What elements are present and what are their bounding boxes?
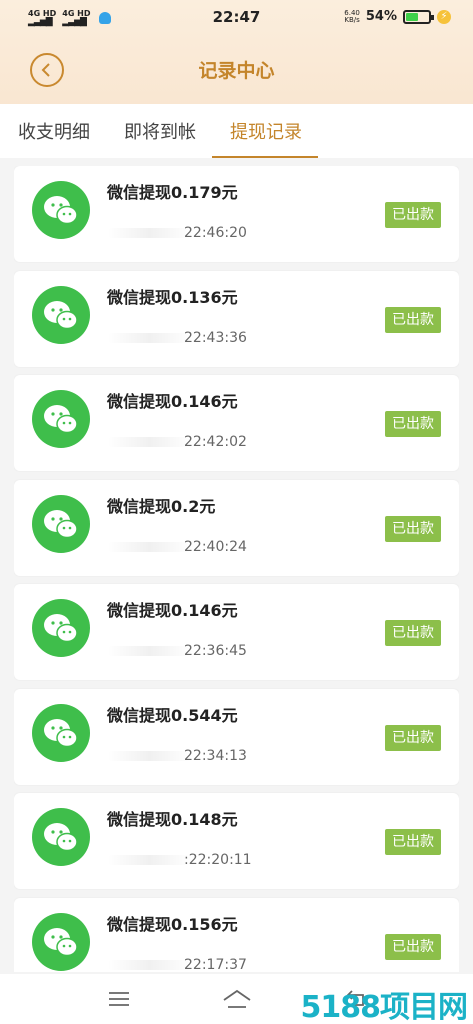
blurred-date — [107, 855, 192, 865]
record-title: 微信提现0.544元 — [107, 705, 238, 725]
wechat-icon — [32, 912, 90, 971]
record-title: 微信提现0.179元 — [107, 183, 238, 202]
record-time: 22:36:45 — [184, 643, 247, 659]
record-card[interactable]: 微信提现0.2元 22:40:24 已出款 — [14, 479, 459, 576]
record-time: 22:40:24 — [184, 538, 247, 555]
blurred-date — [107, 750, 192, 761]
blurred-date — [107, 228, 192, 238]
home-icon — [223, 989, 251, 1008]
record-card[interactable]: 微信提现0.146元 22:36:45 已出款 — [14, 584, 459, 680]
net-speed: 6.40 KB/s — [344, 9, 360, 24]
wechat-icon — [32, 599, 90, 657]
net-speed-unit: KB/s — [344, 15, 360, 24]
record-card[interactable]: 微信提现0.148元 :22:20:11 已出款 — [14, 793, 459, 889]
record-title: 微信提现0.146元 — [107, 392, 238, 411]
record-card[interactable]: 微信提现0.156元 22:17:37 已出款 — [14, 897, 459, 973]
wechat-icon — [32, 808, 90, 866]
record-list: 微信提现0.179元 22:46:20 已出款 微信提现0.136元 22:43… — [14, 166, 459, 972]
status-badge: 已出款 — [385, 411, 441, 437]
status-badge: 已出款 — [385, 933, 441, 960]
tab-pending[interactable]: 即将到帐 — [124, 104, 196, 158]
wechat-icon — [32, 285, 90, 344]
blurred-date — [107, 959, 192, 970]
wechat-icon — [32, 494, 90, 553]
menu-button[interactable] — [104, 986, 134, 1012]
record-time: 22:46:20 — [184, 225, 247, 241]
blurred-date — [107, 332, 192, 343]
home-button[interactable] — [222, 986, 252, 1012]
record-title: 微信提现0.2元 — [107, 496, 216, 516]
wechat-icon — [32, 390, 90, 448]
status-badge: 已出款 — [385, 515, 441, 542]
tab-bar: 收支明细 即将到帐 提现记录 — [0, 104, 473, 158]
wechat-icon — [32, 703, 90, 762]
battery-percent: 54% — [365, 9, 397, 24]
record-card[interactable]: 微信提现0.136元 22:43:36 已出款 — [14, 270, 459, 367]
battery-fill — [406, 12, 418, 21]
record-title: 微信提现0.146元 — [107, 601, 238, 620]
status-badge: 已出款 — [385, 202, 441, 228]
record-time: 22:43:36 — [184, 329, 247, 346]
record-title: 微信提现0.136元 — [107, 287, 238, 307]
battery-icon — [403, 9, 434, 24]
watermark-logo: 5188项目网 — [300, 990, 468, 1024]
status-right: 6.40 KB/s 54% ⚡ — [344, 9, 451, 24]
record-title: 微信提现0.156元 — [107, 914, 238, 934]
tab-income-expense[interactable]: 收支明细 — [18, 104, 90, 158]
status-badge: 已出款 — [385, 306, 441, 333]
record-title: 微信提现0.148元 — [107, 810, 238, 829]
status-bar: 4G HD ▂▃▅▇ 4G HD ▂▃▅▇ 22:47 6.40 KB/s 54… — [0, 0, 473, 34]
record-time: 22:42:02 — [184, 434, 247, 450]
tab-withdraw-records[interactable]: 提现记录 — [212, 104, 318, 158]
record-time: 22:17:37 — [184, 956, 247, 973]
blurred-date — [107, 437, 192, 447]
status-badge: 已出款 — [385, 620, 441, 646]
status-badge: 已出款 — [385, 724, 441, 751]
blurred-date — [107, 646, 192, 656]
record-time: 22:34:13 — [184, 747, 247, 764]
blurred-date — [107, 541, 192, 552]
charging-icon: ⚡ — [437, 9, 451, 24]
status-badge: 已出款 — [385, 829, 441, 855]
record-card[interactable]: 微信提现0.146元 22:42:02 已出款 — [14, 375, 459, 471]
wechat-icon — [32, 181, 90, 239]
menu-icon — [109, 992, 129, 1006]
record-card[interactable]: 微信提现0.544元 22:34:13 已出款 — [14, 688, 459, 785]
page-title: 记录中心 — [198, 60, 275, 82]
system-nav-bar: 5188项目网 — [0, 974, 473, 1024]
record-time: :22:20:11 — [184, 852, 252, 868]
record-card[interactable]: 微信提现0.179元 22:46:20 已出款 — [14, 166, 459, 262]
header: 记录中心 — [0, 34, 473, 104]
